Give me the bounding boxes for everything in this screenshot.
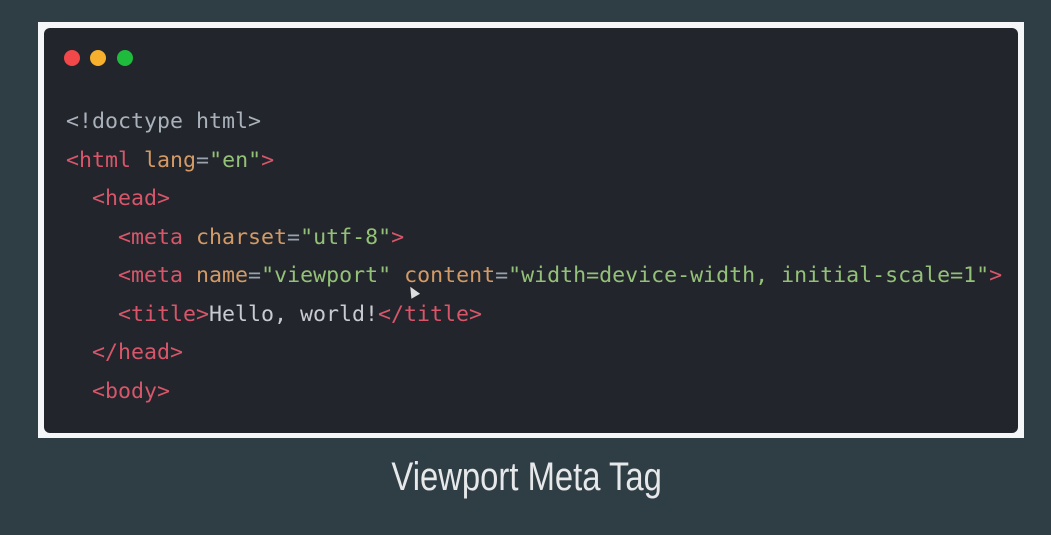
code-token-tag: <html (66, 147, 132, 173)
code-token-tag: > (989, 263, 1003, 288)
slide-frame: <!doctype html> <html lang="en"> <head> <me… (38, 22, 1024, 438)
code-token-tag: > (391, 224, 405, 250)
code-block: <!doctype html> <html lang="en"> <head> <me… (66, 103, 1002, 411)
code-line: <html lang="en"> (66, 142, 1002, 181)
code-line: <meta charset="utf-8"> (66, 219, 1002, 258)
code-token-tag: <head> (92, 186, 171, 211)
code-token-attr: name (196, 263, 249, 288)
code-token-str: "viewport" (261, 263, 392, 288)
code-token-punct: = (196, 147, 210, 173)
code-token-tag: <meta (118, 224, 184, 250)
code-token-plain: <!doctype html> (66, 109, 262, 134)
slide-title: Viewport Meta Tag (391, 455, 662, 499)
code-line: </head> (66, 334, 1002, 373)
code-token-tag: <title> (118, 301, 210, 327)
code-window: <!doctype html> <html lang="en"> <head> <me… (44, 28, 1018, 433)
code-line: <!doctype html> (66, 103, 1002, 142)
code-token-attr: lang (144, 147, 197, 173)
code-token-punct: = (495, 263, 509, 288)
code-token-tag: </title> (378, 301, 483, 327)
code-token-str: "utf-8" (300, 224, 392, 250)
code-token-attr: charset (196, 224, 288, 250)
code-token-str: "en" (209, 147, 262, 173)
code-token-tag: <body> (92, 378, 171, 404)
code-line: <title>Hello, world!</title> (66, 296, 1002, 335)
code-token-str: "width=device-width, initial-scale=1" (508, 263, 990, 288)
code-line: <body> (66, 373, 1002, 412)
minimize-dot-icon (90, 50, 106, 66)
code-token-punct: = (287, 224, 301, 250)
code-token-attr: content (404, 263, 496, 288)
code-token-text: Hello, world! (209, 301, 379, 327)
code-token-punct: = (248, 263, 262, 288)
code-line: <meta name="viewport" content="width=dev… (66, 257, 1002, 296)
code-token-tag: <meta (118, 263, 184, 288)
maximize-dot-icon (117, 50, 133, 66)
code-line: <head> (66, 180, 1002, 219)
code-token-tag: </head> (92, 340, 184, 365)
code-token-tag: > (261, 147, 275, 173)
close-dot-icon (64, 50, 80, 66)
